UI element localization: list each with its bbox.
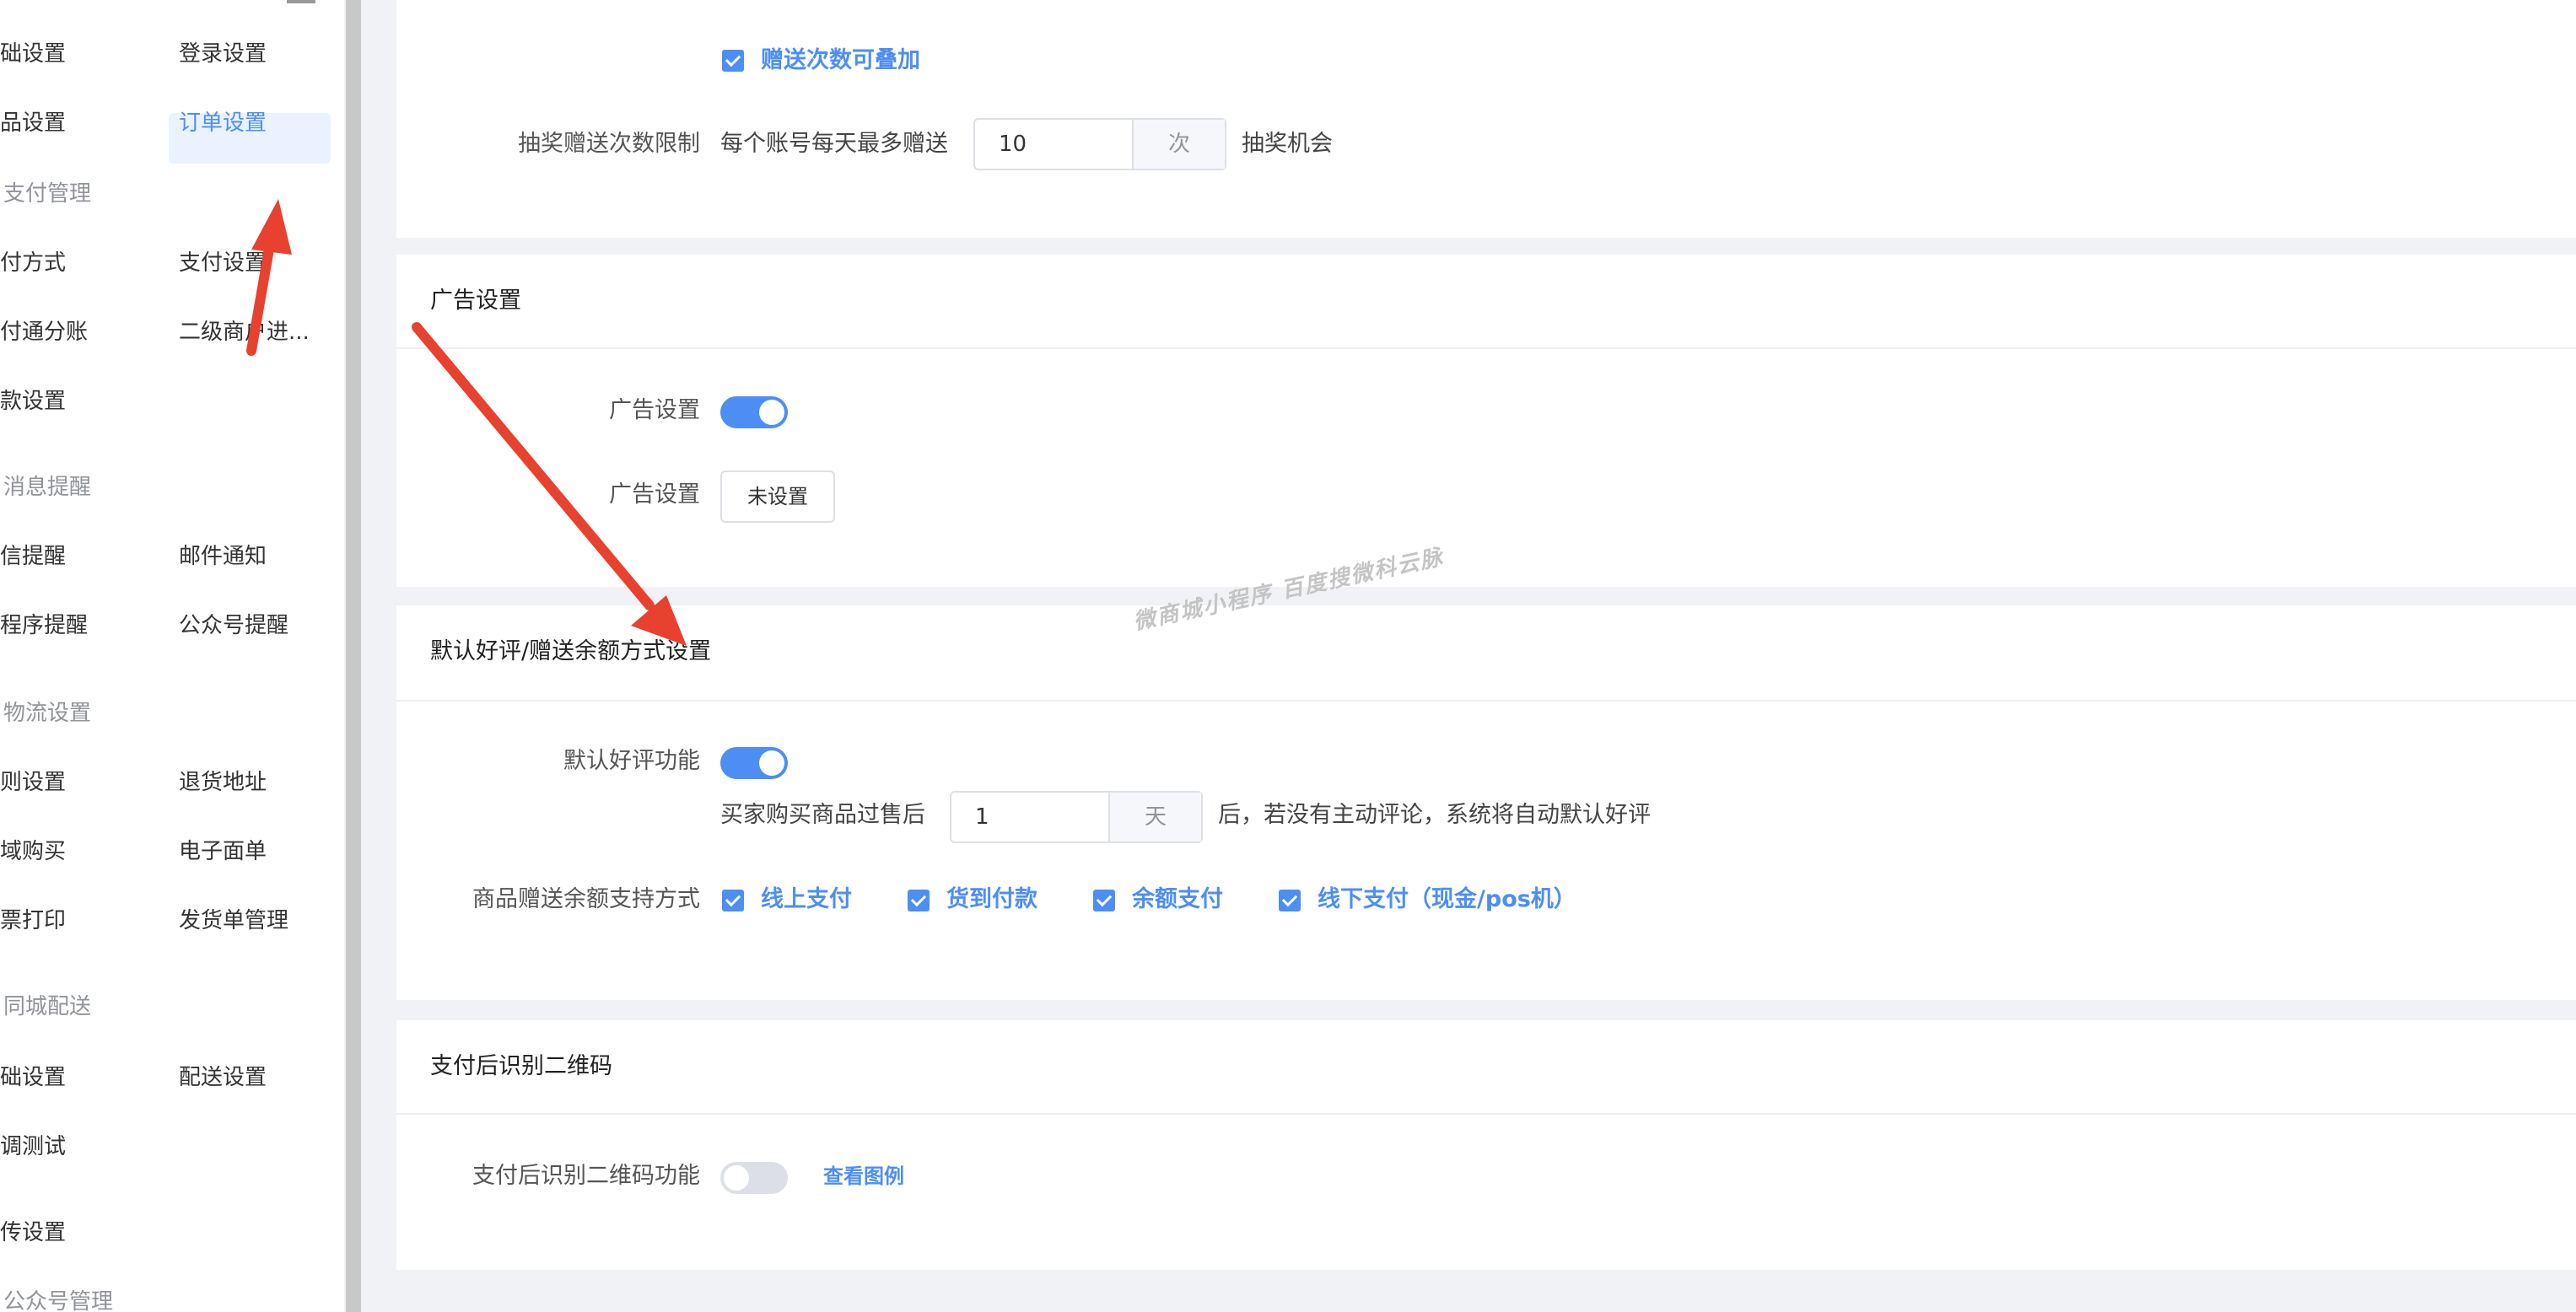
method-cod-checkbox[interactable] <box>908 890 930 911</box>
qrcode-toggle-switch[interactable] <box>720 1162 788 1194</box>
ad-not-set-button[interactable]: 未设置 <box>720 470 835 523</box>
lottery-limit-unit: 次 <box>1132 120 1225 169</box>
sidebar-item[interactable]: 上传设置 <box>0 1218 66 1248</box>
sidebar-item[interactable]: 小程序提醒 <box>0 610 88 641</box>
stack-checkbox-label[interactable]: 赠送次数可叠加 <box>761 45 920 77</box>
review-methods-label: 商品赠送余额支持方式 <box>472 886 700 912</box>
menu-collapse-icon[interactable] <box>287 0 315 3</box>
review-divider <box>396 700 2576 702</box>
nav-group-label: 物流设置 <box>3 701 92 726</box>
nav-group-label: 消息提醒 <box>3 475 92 500</box>
review-days-suffix: 后，若没有主动评论，系统将自动默认好评 <box>1218 802 1651 828</box>
sidebar-item[interactable]: 配送设置 <box>179 1062 267 1093</box>
review-days-prefix: 买家购买商品过售后 <box>720 802 925 828</box>
review-days-input-group: 1 天 <box>950 791 1203 843</box>
review-panel: 默认好评/赠送余额方式设置 默认好评功能 买家购买商品过售后 1 天 后，若没有… <box>396 605 2576 1000</box>
sidebar-item[interactable]: 区域购买 <box>0 836 66 867</box>
method-cod-label[interactable]: 货到付款 <box>946 884 1037 916</box>
lottery-limit-label: 抽奖赠送次数限制 <box>518 131 700 157</box>
sidebar-item[interactable]: 基础设置 <box>0 1062 66 1093</box>
sidebar-item[interactable]: 打款设置 <box>0 386 66 417</box>
sidebar-item[interactable]: 公众号提醒 <box>179 610 288 641</box>
ad-button-row-label: 广告设置 <box>609 481 700 508</box>
nav-group-label: 支付管理 <box>3 181 92 207</box>
review-days-input[interactable]: 1 <box>951 793 1112 842</box>
sidebar-item[interactable]: 支付设置 <box>179 248 267 278</box>
sidebar-item[interactable]: 退货地址 <box>179 767 267 798</box>
nav-group-label: 同城配送 <box>3 994 92 1019</box>
ad-settings-panel: 广告设置 广告设置 广告设置 未设置 <box>396 255 2576 587</box>
sidebar-item[interactable]: 登录设置 <box>179 39 267 69</box>
sidebar-item-active[interactable]: 订单设置 <box>179 108 267 138</box>
lottery-limit-prefix: 每个账号每天最多赠送 <box>720 131 948 157</box>
ad-settings-divider <box>396 347 2576 349</box>
sidebar-item[interactable]: 收付通分账 <box>0 317 88 347</box>
review-toggle-label: 默认好评功能 <box>563 748 700 774</box>
method-online-label[interactable]: 线上支付 <box>761 884 852 916</box>
qrcode-panel: 支付后识别二维码 支付后识别二维码功能 查看图例 <box>396 1020 2576 1270</box>
method-offline-checkbox[interactable] <box>1279 890 1301 911</box>
toggle-knob <box>759 400 784 425</box>
qrcode-toggle-label: 支付后识别二维码功能 <box>472 1163 700 1189</box>
sidebar-item[interactable]: 二级商户进... <box>179 317 310 347</box>
nav-group-label: 公众号管理 <box>3 1289 114 1312</box>
lottery-limit-input[interactable]: 10 <box>975 120 1135 169</box>
sidebar-item[interactable]: 电子面单 <box>179 836 267 867</box>
lottery-panel: 赠送次数可叠加 抽奖赠送次数限制 每个账号每天最多赠送 10 次 抽奖机会 <box>396 0 2576 238</box>
qrcode-title: 支付后识别二维码 <box>430 1053 612 1079</box>
method-balance-label[interactable]: 余额支付 <box>1132 884 1223 916</box>
lottery-limit-suffix: 抽奖机会 <box>1242 131 1333 157</box>
review-title: 默认好评/赠送余额方式设置 <box>430 638 712 664</box>
sidebar-divider[interactable] <box>346 0 361 1312</box>
review-toggle-switch[interactable] <box>720 747 788 779</box>
sidebar-item[interactable]: 商品设置 <box>0 108 66 138</box>
ad-toggle-switch[interactable] <box>720 396 788 428</box>
sidebar-item[interactable]: 短信提醒 <box>0 541 66 572</box>
method-online-checkbox[interactable] <box>722 890 744 911</box>
toggle-knob <box>759 750 784 776</box>
view-example-link[interactable]: 查看图例 <box>823 1161 904 1191</box>
review-days-unit: 天 <box>1108 793 1201 842</box>
sidebar-item[interactable]: 支付方式 <box>0 248 66 278</box>
toggle-knob <box>724 1165 749 1191</box>
sidebar-item[interactable]: 邮件通知 <box>179 541 267 572</box>
settings-page: 基础设置 登录设置商品设置 订单设置支付管理支付方式 支付设置收付通分账 二级商户进..… <box>0 0 2576 1312</box>
method-offline-label[interactable]: 线下支付（现金/pos机） <box>1318 884 1576 916</box>
stack-checkbox[interactable] <box>722 50 744 72</box>
sidebar-item[interactable]: 联调测试 <box>0 1132 66 1162</box>
left-nav: 基础设置 登录设置商品设置 订单设置支付管理支付方式 支付设置收付通分账 二级商户进..… <box>0 0 344 1312</box>
ad-toggle-label: 广告设置 <box>609 397 700 423</box>
sidebar-item[interactable]: 发货单管理 <box>179 906 288 936</box>
sidebar-item[interactable]: 小票打印 <box>0 906 66 936</box>
qrcode-divider <box>396 1113 2576 1115</box>
ad-settings-title: 广告设置 <box>430 288 521 314</box>
lottery-limit-input-group: 10 次 <box>973 118 1226 170</box>
sidebar-item[interactable]: 规则设置 <box>0 767 66 798</box>
method-balance-checkbox[interactable] <box>1093 890 1115 911</box>
sidebar-item[interactable]: 基础设置 <box>0 39 66 69</box>
